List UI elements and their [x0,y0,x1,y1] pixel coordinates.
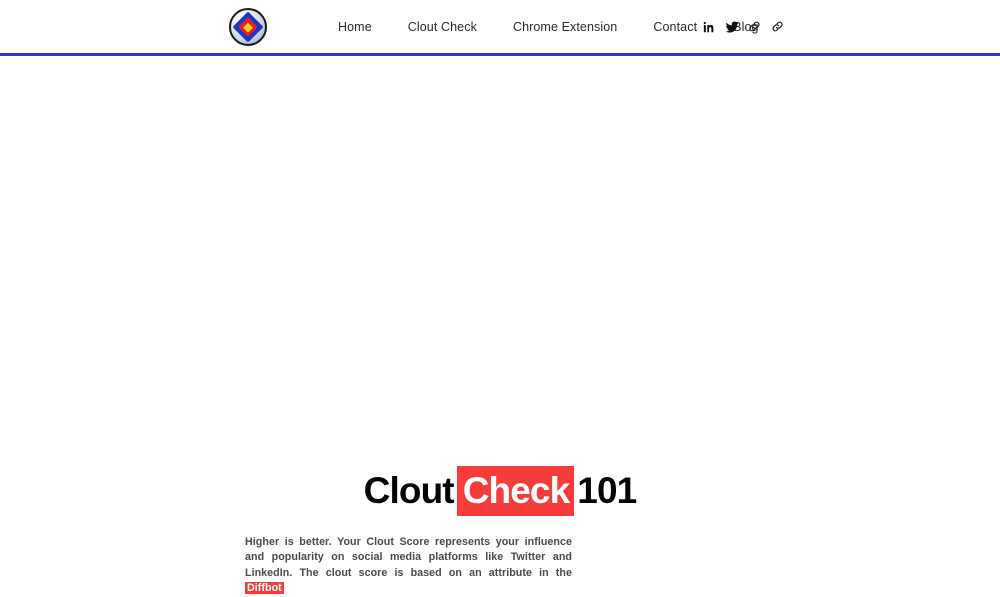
nav-item-clout-check[interactable]: Clout Check [390,0,495,55]
page-title: Clout Check 101 [0,465,1000,516]
page-title-part-highlight: Check [456,465,575,516]
main-content: Clout Check 101 Higher is better. Your Clo… [0,56,1000,595]
page-root: Home Clout Check Chrome Extension Contac… [0,0,1000,595]
page-title-part-suffix: 101 [577,469,637,511]
site-header: Home Clout Check Chrome Extension Contac… [0,0,1000,56]
hero-paragraph-highlight[interactable]: Diffbot [245,582,284,595]
link-icon[interactable] [747,19,762,34]
page-title-part-plain: Clout [363,469,455,511]
nav-item-chrome-extension[interactable]: Chrome Extension [495,0,635,55]
social-links-group [701,19,785,34]
logo-diamond-middle [238,17,258,37]
linkedin-icon[interactable] [701,19,716,34]
hero-paragraph-text: Higher is better. Your Clout Score repre… [245,535,572,579]
link-icon-secondary[interactable] [770,19,785,34]
logo-diamond-inner [243,22,253,32]
nav-item-home[interactable]: Home [320,0,390,55]
brand-logo[interactable] [229,8,267,46]
hero-paragraph: Higher is better. Your Clout Score repre… [245,535,572,597]
twitter-icon[interactable] [724,19,739,34]
diamond-badge-logo-icon [232,11,264,43]
header-inner: Home Clout Check Chrome Extension Contac… [0,0,1000,55]
